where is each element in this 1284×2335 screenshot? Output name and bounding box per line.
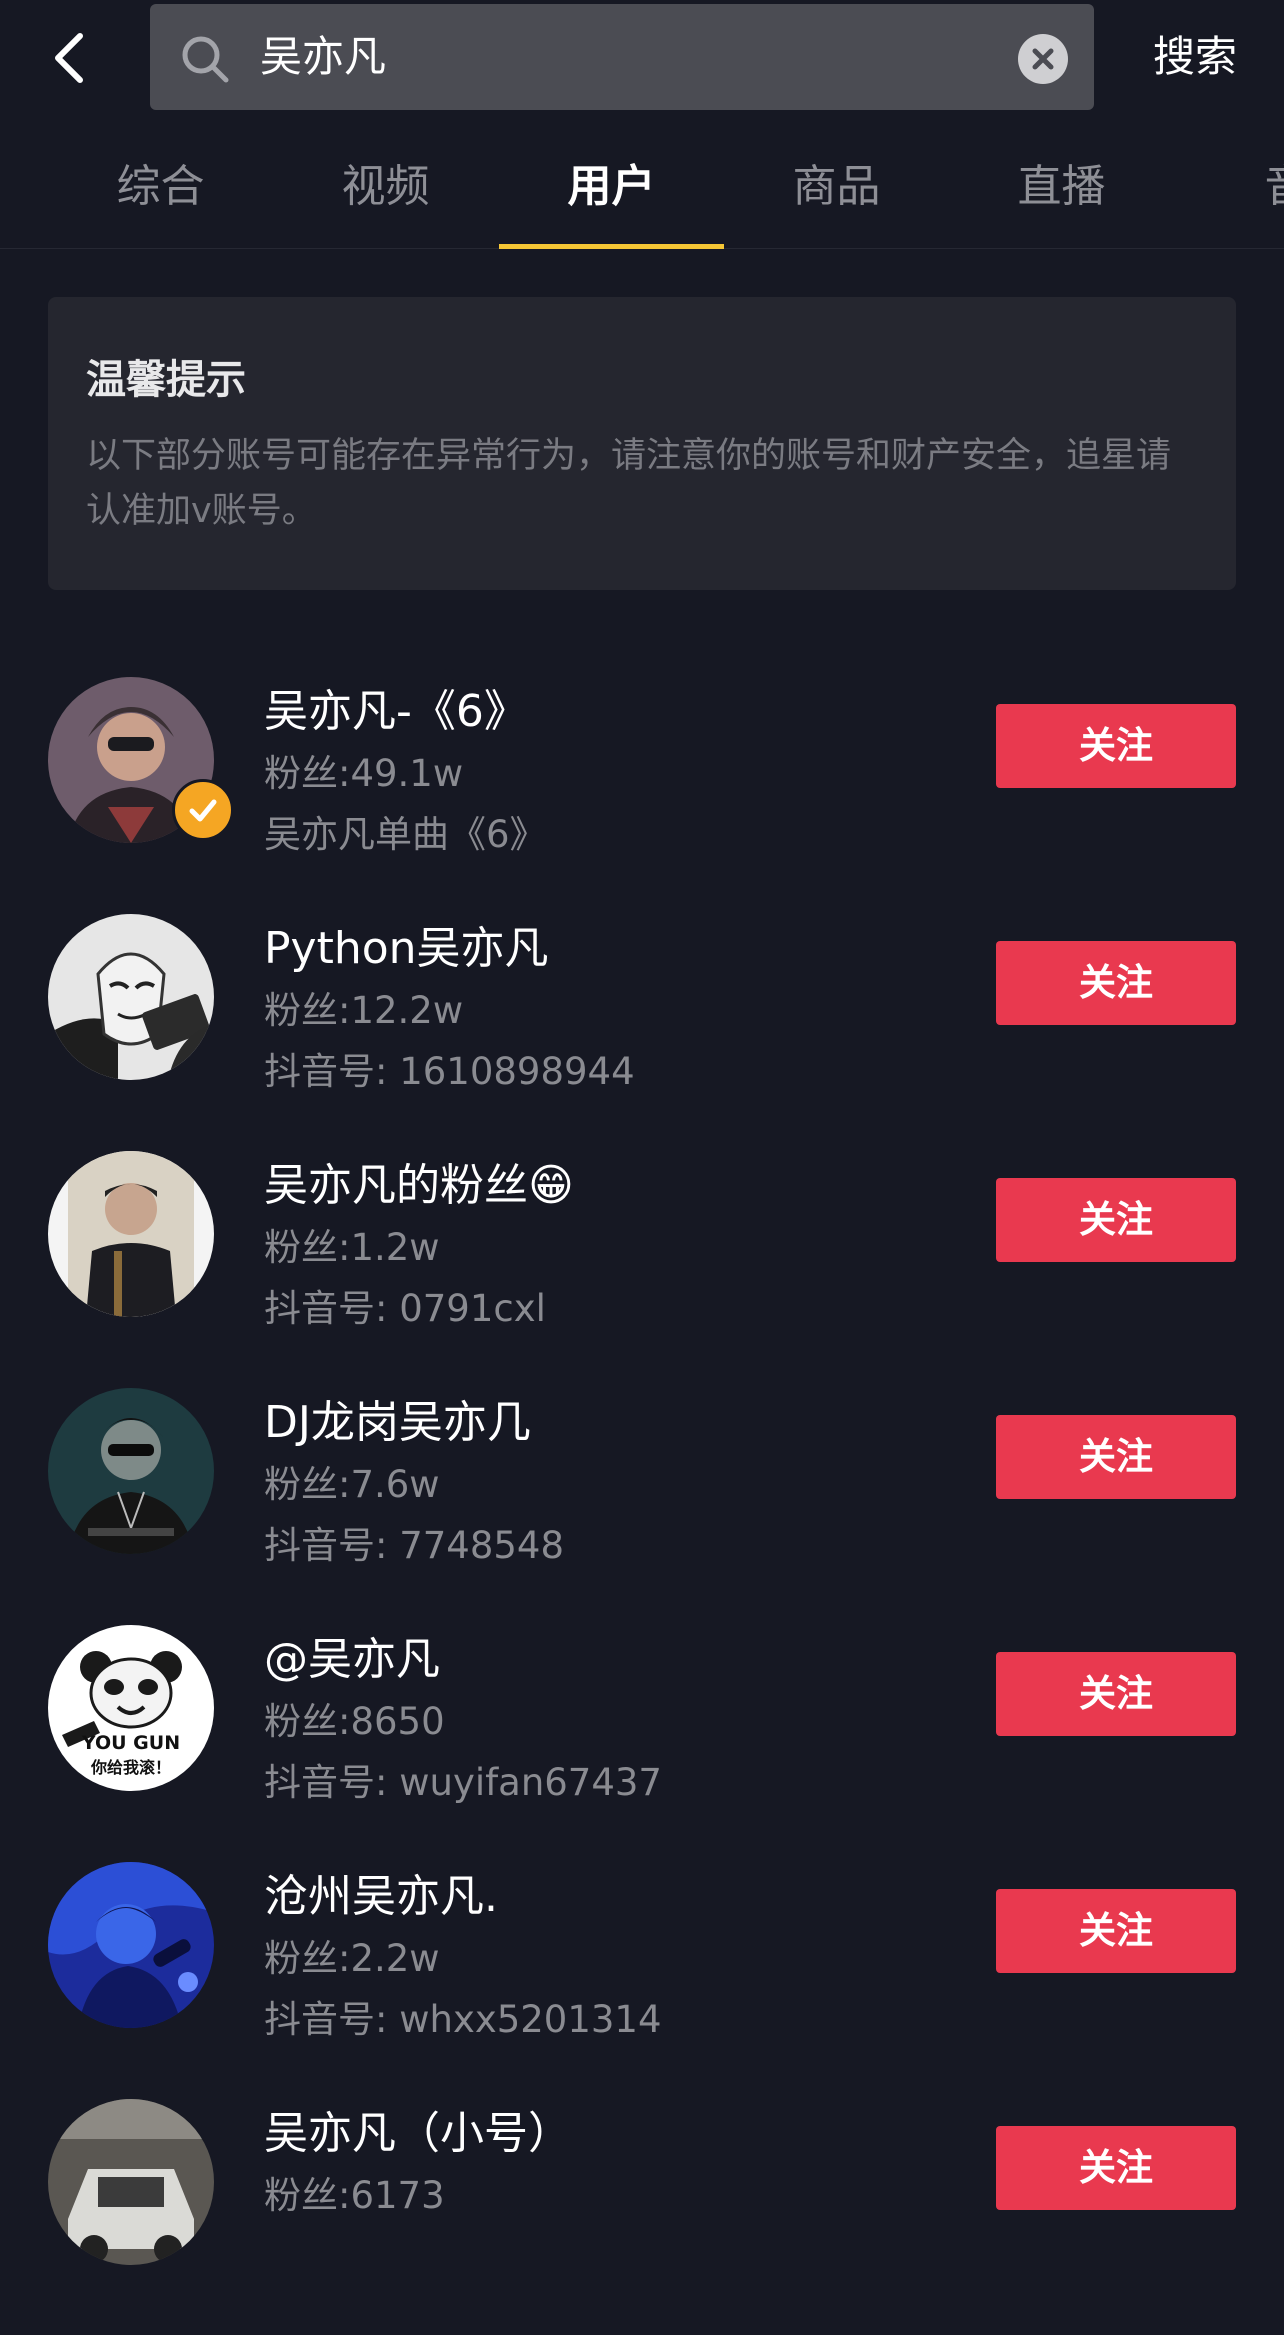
user-fans-count: 粉丝:49.1w bbox=[264, 752, 464, 795]
tab-music[interactable]: 音 bbox=[1174, 126, 1284, 248]
user-list-item[interactable]: DJ龙岗吴亦几 粉丝:7.6w 抖音号: 7748548 关注 bbox=[0, 1388, 1284, 1624]
user-douyin-id: 抖音号: whxx5201314 bbox=[264, 1998, 662, 2041]
user-list-item[interactable]: 吴亦凡的粉丝😁 粉丝:1.2w 抖音号: 0791cxl 关注 bbox=[0, 1151, 1284, 1387]
tab-users[interactable]: 用户 bbox=[499, 126, 724, 248]
avatar[interactable] bbox=[48, 1388, 214, 1554]
user-name[interactable]: 吴亦凡-《6》 bbox=[264, 675, 528, 739]
user-fans-count: 粉丝:1.2w bbox=[264, 1226, 440, 1269]
avatar-caption-line2: 你给我滚！ bbox=[90, 1758, 171, 1777]
avatar[interactable] bbox=[48, 1151, 214, 1317]
user-list-item[interactable]: 沧州吴亦凡. 粉丝:2.2w 抖音号: whxx5201314 关注 bbox=[0, 1862, 1284, 2098]
user-name[interactable]: 沧州吴亦凡. bbox=[264, 1860, 498, 1924]
follow-button[interactable]: 关注 bbox=[996, 1652, 1236, 1736]
user-list-item[interactable]: 吴亦凡（小号） 粉丝:6173 关注 bbox=[0, 2099, 1284, 2335]
search-category-tabs: 综合 视频 用户 商品 直播 音 bbox=[0, 126, 1284, 249]
user-fans-count: 粉丝:8650 bbox=[264, 1700, 445, 1743]
follow-button[interactable]: 关注 bbox=[996, 1178, 1236, 1262]
follow-button[interactable]: 关注 bbox=[996, 2126, 1236, 2210]
user-fans-count: 粉丝:6173 bbox=[264, 2174, 445, 2217]
warm-tip-notice: 温馨提示 以下部分账号可能存在异常行为，请注意你的账号和财产安全，追星请认准加v… bbox=[48, 297, 1236, 590]
user-name[interactable]: Python吴亦凡 bbox=[264, 912, 549, 976]
user-list-item[interactable]: 吴亦凡-《6》 粉丝:49.1w 吴亦凡单曲《6》 关注 bbox=[0, 677, 1284, 913]
search-header: 吴亦凡 搜索 bbox=[0, 0, 1284, 112]
follow-button[interactable]: 关注 bbox=[996, 1415, 1236, 1499]
user-list-item[interactable]: Python吴亦凡 粉丝:12.2w 抖音号: 1610898944 关注 bbox=[0, 914, 1284, 1150]
tab-products[interactable]: 商品 bbox=[724, 126, 949, 248]
notice-title: 温馨提示 bbox=[86, 357, 246, 403]
user-douyin-id: 抖音号: 7748548 bbox=[264, 1524, 565, 1567]
user-fans-count: 粉丝:7.6w bbox=[264, 1463, 440, 1506]
user-list-item[interactable]: YOU GUN 你给我滚！ @吴亦凡 粉丝:8650 抖音号: wuyifan6… bbox=[0, 1625, 1284, 1861]
tab-comprehensive[interactable]: 综合 bbox=[48, 126, 273, 248]
avatar-caption-line1: YOU GUN bbox=[81, 1732, 180, 1754]
user-fans-count: 粉丝:12.2w bbox=[264, 989, 464, 1032]
follow-button[interactable]: 关注 bbox=[996, 1889, 1236, 1973]
chevron-left-icon bbox=[55, 33, 83, 83]
user-name[interactable]: 吴亦凡（小号） bbox=[264, 2097, 572, 2161]
tab-live[interactable]: 直播 bbox=[949, 126, 1174, 248]
tab-videos[interactable]: 视频 bbox=[273, 126, 498, 248]
user-description: 吴亦凡单曲《6》 bbox=[264, 813, 547, 856]
avatar[interactable]: YOU GUN 你给我滚！ bbox=[48, 1625, 214, 1791]
avatar[interactable] bbox=[48, 914, 214, 1080]
checkmark-icon bbox=[189, 799, 217, 822]
user-name[interactable]: @吴亦凡 bbox=[264, 1623, 440, 1687]
user-name[interactable]: 吴亦凡的粉丝😁 bbox=[264, 1149, 574, 1213]
follow-button[interactable]: 关注 bbox=[996, 941, 1236, 1025]
verified-badge bbox=[172, 779, 234, 841]
search-button[interactable]: 搜索 bbox=[1120, 4, 1270, 110]
user-fans-count: 粉丝:2.2w bbox=[264, 1937, 440, 1980]
follow-button[interactable]: 关注 bbox=[996, 704, 1236, 788]
notice-body: 以下部分账号可能存在异常行为，请注意你的账号和财产安全，追星请认准加v账号。 bbox=[86, 436, 1172, 531]
close-icon bbox=[1032, 48, 1054, 70]
active-tab-indicator bbox=[499, 244, 724, 249]
search-input[interactable]: 吴亦凡 bbox=[150, 4, 1094, 110]
user-douyin-id: 抖音号: 1610898944 bbox=[264, 1050, 635, 1093]
avatar[interactable] bbox=[48, 2099, 214, 2265]
search-icon bbox=[182, 36, 229, 83]
clear-search-button[interactable] bbox=[1018, 34, 1068, 84]
search-query-text[interactable]: 吴亦凡 bbox=[260, 4, 386, 110]
avatar[interactable] bbox=[48, 1862, 214, 2028]
user-douyin-id: 抖音号: 0791cxl bbox=[264, 1287, 546, 1330]
user-name[interactable]: DJ龙岗吴亦几 bbox=[264, 1386, 531, 1450]
user-douyin-id: 抖音号: wuyifan67437 bbox=[264, 1761, 662, 1804]
back-button[interactable] bbox=[40, 18, 100, 98]
